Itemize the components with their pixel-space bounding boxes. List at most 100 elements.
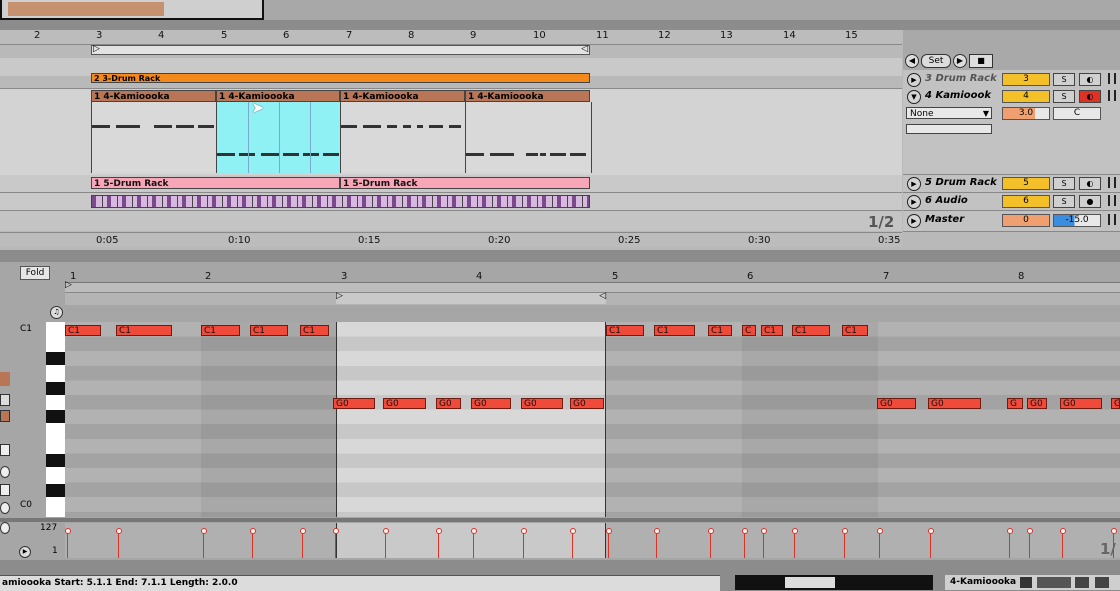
track-grip[interactable] xyxy=(1108,73,1116,84)
headphones-icon[interactable]: ♫ xyxy=(50,306,63,319)
midi-note[interactable]: G0 xyxy=(928,398,981,409)
velocity-line[interactable] xyxy=(523,531,524,558)
key-field[interactable]: C xyxy=(1053,107,1101,120)
velocity-handle[interactable] xyxy=(116,528,122,534)
master-lane[interactable] xyxy=(0,211,902,231)
velocity-line[interactable] xyxy=(438,531,439,558)
tool-icon[interactable] xyxy=(0,522,10,534)
velocity-handle[interactable] xyxy=(471,528,477,534)
clip-drum-rack-3[interactable]: 2 3-Drum Rack xyxy=(91,73,590,83)
velocity-line[interactable] xyxy=(1029,531,1030,558)
clip-kamioooka[interactable]: 1 4-Kamioooka xyxy=(91,90,216,102)
time-ruler[interactable]: 0:05 0:10 0:15 0:20 0:25 0:30 0:35 xyxy=(0,232,902,247)
velocity-line[interactable] xyxy=(473,531,474,558)
velocity-handle[interactable] xyxy=(436,528,442,534)
clip-body-selected[interactable] xyxy=(216,102,341,173)
clip-drum-rack-5[interactable]: 1 5-Drum Rack xyxy=(91,177,340,189)
midi-note[interactable]: G0 xyxy=(383,398,426,409)
arm-button[interactable]: ◐ xyxy=(1079,177,1101,190)
tool-icon[interactable] xyxy=(0,444,10,456)
velocity-handle[interactable] xyxy=(708,528,714,534)
loop-start-marker[interactable]: ▷ xyxy=(336,291,343,301)
device-title-bar[interactable]: 4-Kamioooka xyxy=(945,575,1120,590)
midi-note[interactable]: C1 xyxy=(606,325,644,336)
velocity-handle[interactable] xyxy=(1007,528,1013,534)
midi-note[interactable]: C1 xyxy=(300,325,329,336)
loop-end-marker[interactable]: ◁ xyxy=(581,44,588,54)
velocity-handle[interactable] xyxy=(383,528,389,534)
bar-ruler[interactable]: 2 3 4 5 6 7 8 9 10 11 12 13 14 15 xyxy=(0,30,902,45)
clip-start-bar[interactable]: ▷ xyxy=(65,280,1120,293)
velocity-line[interactable] xyxy=(710,531,711,558)
play-icon[interactable]: ▶ xyxy=(907,214,921,228)
velocity-line[interactable] xyxy=(203,531,204,558)
midi-note[interactable]: G0 xyxy=(1027,398,1047,409)
piano-keyboard[interactable] xyxy=(46,322,66,517)
velocity-markers[interactable] xyxy=(65,523,1120,558)
tool-icon[interactable] xyxy=(0,466,10,478)
midi-note[interactable]: C1 xyxy=(654,325,695,336)
velocity-handle[interactable] xyxy=(606,528,612,534)
velocity-line[interactable] xyxy=(1062,531,1063,558)
midi-note[interactable]: G0 xyxy=(521,398,563,409)
velocity-line[interactable] xyxy=(879,531,880,558)
velocity-handle[interactable] xyxy=(250,528,256,534)
velocity-handle[interactable] xyxy=(742,528,748,534)
arm-button-active[interactable]: ◐ xyxy=(1079,90,1101,103)
start-marker-icon[interactable]: ▷ xyxy=(65,280,72,290)
velocity-divider[interactable] xyxy=(0,518,1120,522)
record-icon[interactable]: ● xyxy=(1079,195,1101,208)
clip-audio[interactable] xyxy=(91,195,590,208)
play-icon[interactable]: ▶ xyxy=(907,195,921,209)
black-key[interactable] xyxy=(46,352,65,365)
midi-note[interactable]: G xyxy=(1111,398,1120,409)
velocity-line[interactable] xyxy=(302,531,303,558)
piano-roll-bar-ruler[interactable]: 1 2 3 4 5 6 7 8 xyxy=(65,270,1120,283)
loop-end-marker[interactable]: ◁ xyxy=(599,291,606,301)
arrow-left-icon[interactable]: ◀ xyxy=(905,54,919,68)
device-icon[interactable] xyxy=(1095,577,1109,588)
clip-body[interactable] xyxy=(465,102,592,173)
arrow-right-icon[interactable]: ▶ xyxy=(953,54,967,68)
midi-note[interactable]: G0 xyxy=(877,398,916,409)
fold-button[interactable]: Fold xyxy=(20,266,50,280)
midi-note[interactable]: C1 xyxy=(250,325,288,336)
velocity-line[interactable] xyxy=(572,531,573,558)
play-icon[interactable]: ▶ xyxy=(907,177,921,191)
note-grid[interactable]: C1 C1 C1 C1 C1 C1 C1 C1 C C1 C1 C1 G0 G0… xyxy=(65,322,1120,517)
midi-note[interactable]: C1 xyxy=(761,325,783,336)
tool-icon[interactable] xyxy=(0,502,10,514)
track-header-3[interactable]: ▶ 3 Drum Rack 3 S ◐ xyxy=(903,70,1120,89)
tool-icon[interactable] xyxy=(0,394,10,406)
chevron-down-icon[interactable]: ▼ xyxy=(907,90,921,104)
midi-note[interactable]: C1 xyxy=(65,325,101,336)
track-grip[interactable] xyxy=(1108,214,1116,225)
set-button[interactable]: Set xyxy=(921,54,951,68)
midi-note[interactable]: G0 xyxy=(570,398,604,409)
track-number[interactable]: 4 xyxy=(1002,90,1050,103)
velocity-handle[interactable] xyxy=(1060,528,1066,534)
velocity-handle[interactable] xyxy=(761,528,767,534)
solo-button[interactable]: S xyxy=(1053,195,1075,208)
black-key[interactable] xyxy=(46,454,65,467)
loop-region[interactable]: ▷ ◁ xyxy=(336,291,606,304)
clip-body[interactable] xyxy=(91,102,217,173)
play-icon[interactable]: ▶ xyxy=(907,73,921,87)
track-header-5[interactable]: ▶ 5 Drum Rack 5 S ◐ xyxy=(903,175,1120,193)
velocity-line[interactable] xyxy=(794,531,795,558)
clip-drum-rack-5[interactable]: 1 5-Drum Rack xyxy=(340,177,590,189)
track-number[interactable]: 5 xyxy=(1002,177,1050,190)
midi-note[interactable]: C1 xyxy=(842,325,868,336)
black-key[interactable] xyxy=(46,410,65,423)
clip-body[interactable] xyxy=(340,102,466,173)
velocity-handle[interactable] xyxy=(1111,528,1117,534)
midi-note[interactable]: G0 xyxy=(471,398,511,409)
black-key[interactable] xyxy=(46,484,65,497)
velocity-handle[interactable] xyxy=(654,528,660,534)
velocity-line[interactable] xyxy=(252,531,253,558)
midi-note[interactable]: C1 xyxy=(201,325,240,336)
velocity-handle[interactable] xyxy=(201,528,207,534)
velocity-line[interactable] xyxy=(930,531,931,558)
tool-icon[interactable] xyxy=(0,410,10,422)
track-grip[interactable] xyxy=(1108,177,1116,188)
